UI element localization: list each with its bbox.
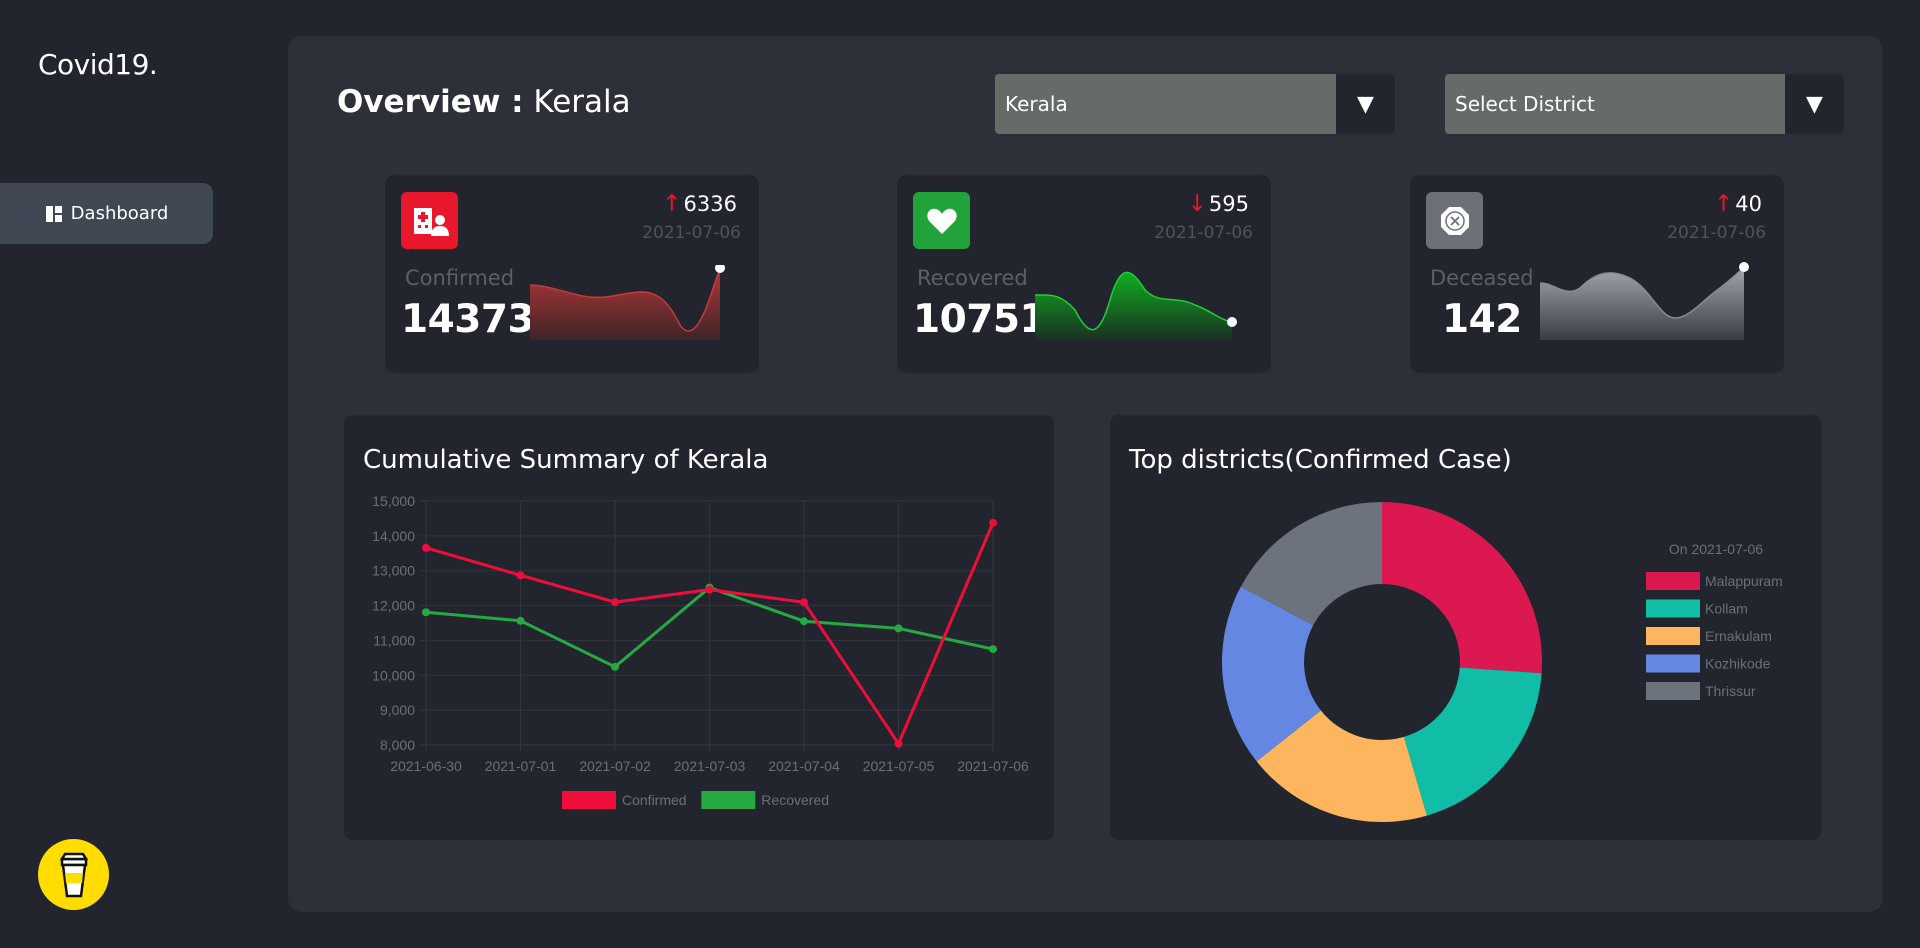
page-title-prefix: Overview : — [337, 84, 524, 120]
dashboard-icon — [45, 205, 62, 222]
sidebar-item-label: Dashboard — [70, 203, 169, 224]
hospital-patient-icon — [401, 192, 458, 249]
deceased-delta-value: 40 — [1735, 192, 1762, 216]
recovered-label: Recovered — [917, 266, 1028, 290]
page-title-state: Kerala — [533, 84, 631, 120]
pie-chart-svg: On 2021-07-06 Malappuram Kollam Ernakulam Ko… — [1222, 502, 1783, 822]
app-logo[interactable]: Covid19. — [38, 48, 158, 81]
data-point — [516, 571, 525, 580]
legend-label: Kozhikode — [1705, 656, 1771, 672]
legend-label: Recovered — [761, 792, 829, 808]
data-point — [422, 543, 430, 552]
x-tick-label: 2021-07-02 — [579, 758, 651, 774]
deceased-value: 142 — [1442, 297, 1522, 342]
confirmed-label: Confirmed — [405, 266, 515, 290]
deceased-label: Deceased — [1430, 266, 1534, 290]
legend-label: Thrissur — [1705, 683, 1756, 699]
top-districts-chart: Top districts(Confirmed Case) On 2021-07… — [1110, 415, 1821, 840]
confirmed-delta: ↑6336 — [662, 191, 737, 217]
data-point — [516, 616, 525, 625]
confirmed-card: ↑6336 2021-07-06 Confirmed 14373 — [385, 175, 759, 373]
legend-swatch — [1646, 627, 1700, 645]
data-point — [989, 518, 997, 527]
legend-swatch — [1646, 654, 1700, 673]
chevron-down-icon[interactable]: ▼ — [1336, 74, 1395, 134]
recovered-sparkline — [1035, 271, 1237, 340]
y-tick-label: 15,000 — [372, 493, 415, 509]
data-point — [894, 739, 903, 748]
y-tick-label: 13,000 — [372, 563, 415, 579]
confirmed-date: 2021-07-06 — [642, 223, 741, 243]
legend-label: Confirmed — [622, 792, 687, 808]
y-tick-label: 9,000 — [380, 702, 415, 718]
y-tick-label: 11,000 — [373, 632, 415, 648]
data-point — [611, 662, 619, 671]
recovered-date: 2021-07-06 — [1154, 223, 1253, 243]
line-chart-svg: 15,000 14,000 13,000 12,000 11,000 10,000 9,00… — [372, 493, 1029, 809]
state-select-value: Kerala — [1005, 92, 1068, 116]
y-tick-label: 14,000 — [372, 528, 415, 544]
data-point — [800, 598, 808, 607]
legend-label: Ernakulam — [1705, 628, 1772, 644]
x-tick-label: 2021-07-03 — [674, 758, 746, 774]
cumulative-summary-chart: Cumulative Summary of Kerala 15,000 14,00… — [344, 415, 1054, 840]
pie-subtitle: On 2021-07-06 — [1669, 541, 1763, 557]
data-point — [705, 585, 714, 594]
sidebar-item-dashboard[interactable]: Dashboard — [0, 183, 213, 244]
legend-swatch — [1646, 572, 1700, 590]
confirmed-delta-value: 6336 — [683, 192, 737, 216]
data-point — [800, 617, 808, 626]
recovered-delta-value: 595 — [1208, 192, 1249, 216]
district-select[interactable]: Select District ▼ — [1445, 74, 1844, 134]
arrow-up-icon: ↑ — [662, 191, 682, 217]
arrow-down-icon: ↓ — [1187, 191, 1207, 217]
x-tick-label: 2021-06-30 — [390, 758, 462, 774]
chevron-down-icon[interactable]: ▼ — [1785, 74, 1844, 134]
deceased-sparkline — [1540, 262, 1749, 340]
y-tick-label: 8,000 — [380, 737, 415, 753]
arrow-up-icon: ↑ — [1713, 191, 1734, 217]
deceased-card: ↑40 2021-07-06 Deceased 142 — [1410, 175, 1784, 373]
y-tick-label: 12,000 — [372, 598, 415, 614]
data-point — [611, 598, 619, 607]
x-tick-label: 2021-07-04 — [768, 758, 840, 774]
x-tick-label: 2021-07-06 — [957, 758, 1029, 774]
legend-label: Malappuram — [1705, 573, 1783, 589]
page-title: Overview : Kerala — [337, 84, 631, 120]
legend-swatch — [1646, 599, 1700, 618]
coffee-cup-icon — [59, 852, 88, 897]
legend-swatch — [1646, 682, 1700, 700]
legend-swatch — [701, 791, 756, 809]
recovered-delta: ↓595 — [1188, 191, 1249, 217]
x-tick-label: 2021-07-05 — [863, 758, 935, 774]
deceased-delta: ↑40 — [1714, 191, 1762, 217]
recovered-value: 10751 — [913, 297, 1047, 342]
recovered-card: ↓595 2021-07-06 Recovered 10751 — [897, 175, 1271, 373]
legend-label: Kollam — [1705, 601, 1748, 617]
confirmed-sparkline — [530, 265, 725, 340]
deceased-date: 2021-07-06 — [1667, 223, 1766, 243]
legend-swatch — [562, 791, 616, 809]
pie-slice-malappuram — [1382, 502, 1542, 674]
data-point — [894, 624, 903, 633]
buy-me-a-coffee-button[interactable] — [38, 839, 109, 910]
heart-icon — [913, 192, 970, 249]
pie-slice-kollam — [1403, 667, 1542, 816]
data-point — [989, 645, 997, 654]
y-tick-label: 10,000 — [372, 667, 415, 683]
x-tick-label: 2021-07-01 — [485, 758, 557, 774]
state-select[interactable]: Kerala ▼ — [995, 74, 1395, 134]
close-octagon-icon — [1426, 192, 1483, 249]
confirmed-value: 14373 — [401, 297, 535, 342]
district-select-placeholder: Select District — [1455, 92, 1595, 116]
data-point — [422, 608, 430, 617]
